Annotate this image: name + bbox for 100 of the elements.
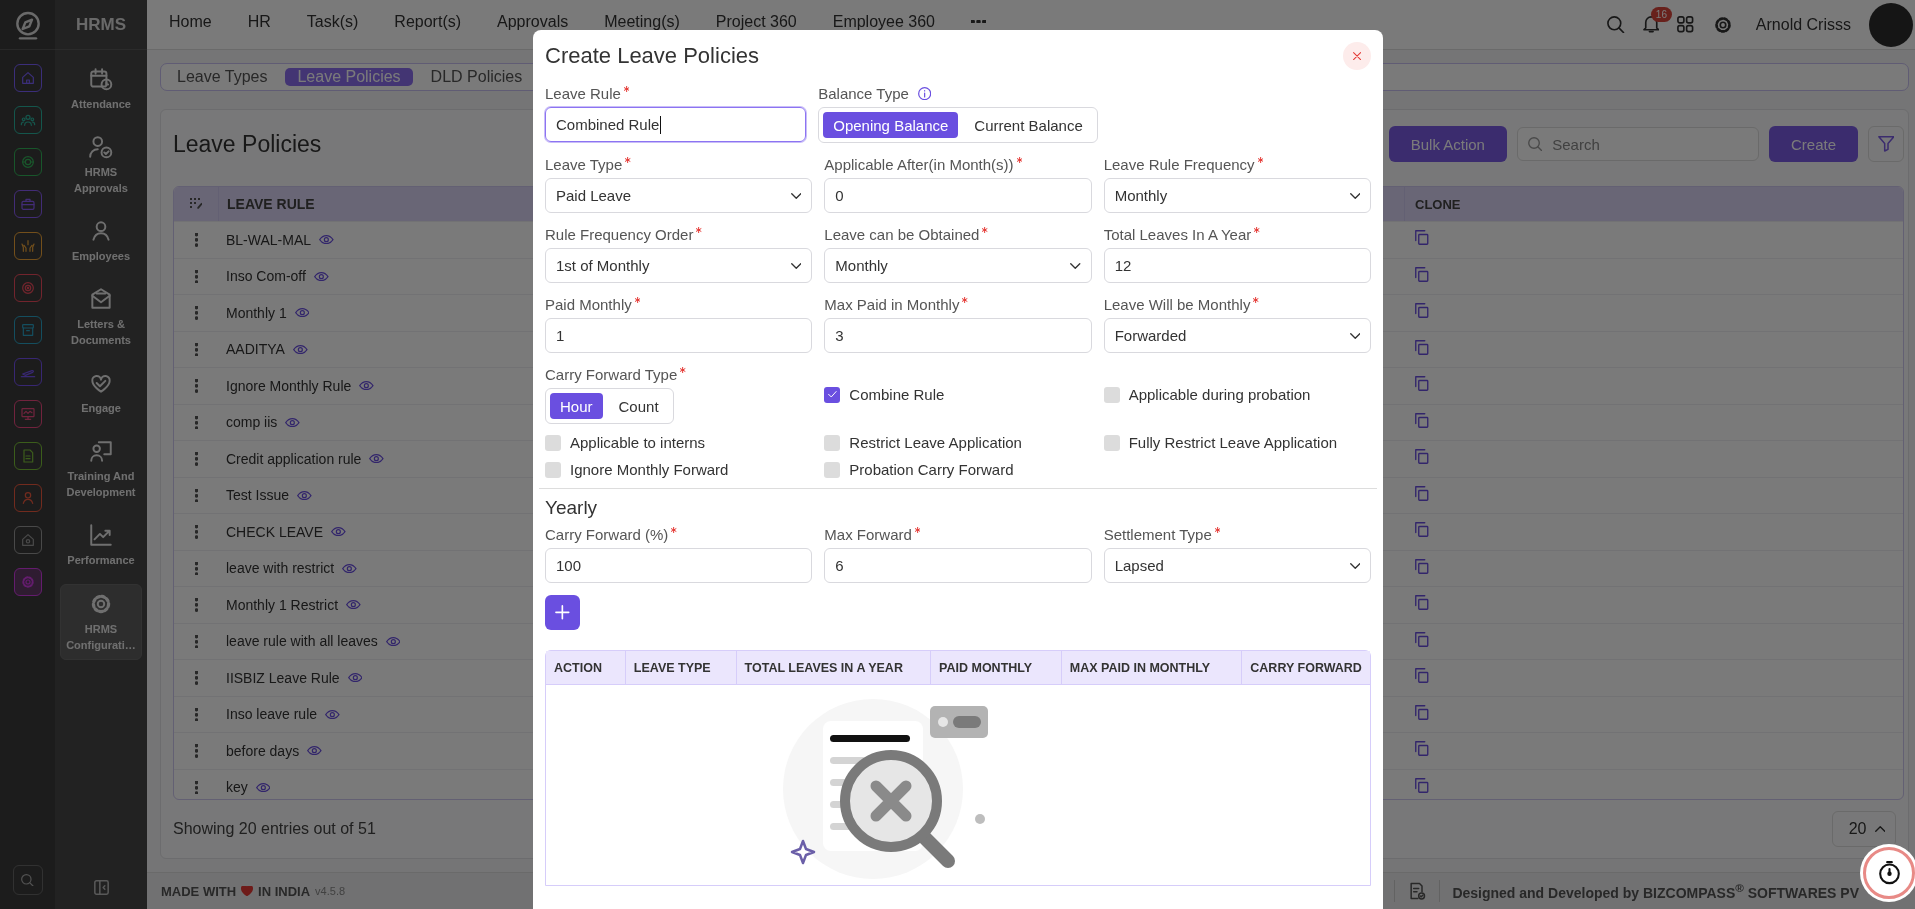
- checkbox[interactable]: [824, 386, 841, 403]
- checkbox-row[interactable]: Combine Rule: [824, 386, 945, 403]
- filter-button[interactable]: [1868, 126, 1904, 162]
- sidebar-item[interactable]: Employees: [60, 212, 142, 270]
- table-cell: Test Issue: [226, 487, 290, 504]
- chevron-down-icon: [1349, 332, 1360, 339]
- checkbox[interactable]: [545, 434, 561, 451]
- sidebar-item[interactable]: Attendance: [60, 60, 142, 118]
- copy-icon: [1415, 303, 1429, 319]
- copy-icon: [1415, 449, 1429, 465]
- sidebar-item[interactable]: HRMS Approvals: [60, 128, 142, 202]
- toggle-option[interactable]: Count: [608, 393, 669, 419]
- checkbox-row[interactable]: Applicable to interns: [545, 434, 706, 451]
- section-title: Yearly: [545, 497, 599, 519]
- nav-link[interactable]: HR: [247, 12, 271, 31]
- user-name[interactable]: Arnold Crisss: [1755, 15, 1851, 34]
- nav-link[interactable]: Home: [169, 12, 212, 31]
- select-field[interactable]: Paid Leave: [545, 178, 813, 213]
- more-options-icon: [194, 634, 198, 648]
- module-ring-button[interactable]: [13, 148, 42, 176]
- search-button[interactable]: [12, 865, 43, 895]
- close-button[interactable]: [1343, 42, 1371, 70]
- table-cell: AADITYA: [226, 341, 285, 358]
- toggle-option[interactable]: Current Balance: [964, 112, 1093, 138]
- copy-icon: [1415, 704, 1429, 720]
- tab[interactable]: Leave Types: [165, 68, 280, 86]
- required-asterisk-icon: [1254, 227, 1260, 233]
- module-hands-button[interactable]: [13, 232, 42, 260]
- checkbox[interactable]: [1103, 434, 1120, 451]
- toggle-option[interactable]: Hour: [550, 393, 603, 419]
- text-field[interactable]: 1: [545, 318, 813, 353]
- bell-icon: [1642, 16, 1660, 33]
- eye-icon: [313, 271, 329, 281]
- checkbox-row[interactable]: Fully Restrict Leave Application: [1103, 434, 1338, 451]
- column-header: CARRY FORWARD: [1249, 659, 1363, 677]
- checkbox-row[interactable]: Probation Carry Forward: [824, 461, 1014, 478]
- select-field[interactable]: 1st of Monthly: [545, 248, 813, 283]
- column-header: TOTAL LEAVES IN A YEAR: [736, 651, 932, 684]
- field-label: Balance Type: [818, 85, 909, 102]
- text-field[interactable]: 3: [824, 318, 1092, 353]
- module-house-button[interactable]: [13, 526, 42, 554]
- copy-icon: [1415, 522, 1429, 538]
- checkbox[interactable]: [824, 434, 841, 451]
- more-options-icon: [194, 780, 198, 794]
- module-target-button[interactable]: [13, 274, 42, 302]
- chevron-down-icon: [1349, 562, 1360, 569]
- eye-icon: [285, 417, 301, 427]
- checkbox[interactable]: [824, 461, 841, 478]
- copy-icon: [1415, 485, 1429, 501]
- settings-icon: [19, 574, 36, 590]
- checkbox[interactable]: [545, 461, 561, 478]
- module-person-button[interactable]: [13, 484, 42, 512]
- text-field[interactable]: Combined Rule: [545, 107, 807, 142]
- module-people-button[interactable]: [13, 106, 42, 134]
- module-home-button[interactable]: [13, 64, 42, 92]
- select-field[interactable]: Monthly: [824, 248, 1092, 283]
- select-field[interactable]: Forwarded: [1103, 318, 1371, 353]
- nav-link[interactable]: Approvals: [497, 12, 569, 31]
- sidebar-item[interactable]: Engage: [60, 364, 142, 422]
- required-asterisk-icon: [962, 297, 968, 303]
- module-document-button[interactable]: [13, 442, 42, 470]
- people-icon: [19, 112, 36, 128]
- add-button[interactable]: [545, 595, 580, 630]
- create-button[interactable]: Create: [1768, 126, 1858, 162]
- eye-icon: [347, 673, 363, 683]
- eye-icon: [346, 600, 361, 610]
- checkbox-row[interactable]: Restrict Leave Application: [824, 434, 1022, 451]
- nav-link[interactable]: Project 360: [715, 12, 797, 31]
- sidebar-item[interactable]: Performance: [60, 516, 142, 574]
- more-options-icon: [194, 671, 198, 685]
- module-monitor-button[interactable]: [13, 400, 42, 428]
- toggle-option[interactable]: Opening Balance: [823, 112, 959, 138]
- checkbox[interactable]: [1103, 386, 1120, 403]
- search-icon: [21, 873, 34, 887]
- nav-link[interactable]: Task(s): [306, 12, 359, 31]
- text-field[interactable]: 100: [545, 548, 813, 583]
- text-field[interactable]: 0: [824, 178, 1092, 213]
- sidebar-item[interactable]: Letters & Documents: [60, 280, 142, 354]
- text-field[interactable]: 12: [1103, 248, 1371, 283]
- module-plane-button[interactable]: [13, 358, 42, 386]
- module-briefcase-button[interactable]: [13, 190, 42, 218]
- checkbox-row[interactable]: Applicable during probation: [1103, 386, 1311, 403]
- timer-button[interactable]: [1863, 847, 1915, 899]
- chevron-down-icon: [790, 262, 802, 269]
- avatar[interactable]: [1869, 2, 1913, 47]
- field-label: Settlement Type: [1103, 526, 1212, 543]
- nav-link[interactable]: Employee 360: [832, 12, 935, 31]
- table-cell: BL-WAL-MAL: [226, 231, 312, 248]
- text-cursor: [660, 115, 662, 134]
- checkbox-row[interactable]: Ignore Monthly Forward: [545, 461, 729, 478]
- eye-icon: [369, 454, 385, 464]
- select-field[interactable]: Lapsed: [1103, 548, 1371, 583]
- select-field[interactable]: Monthly: [1103, 178, 1371, 213]
- nav-link[interactable]: Report(s): [394, 12, 462, 31]
- bulk-action-button[interactable]: Bulk Action: [1388, 126, 1507, 162]
- sidebar-item[interactable]: Training And Development: [60, 432, 142, 506]
- text-field[interactable]: 6: [824, 548, 1092, 583]
- module-archive-button[interactable]: [13, 316, 42, 344]
- tab[interactable]: DLD Policies: [418, 68, 535, 86]
- nav-link[interactable]: Meeting(s): [604, 12, 680, 31]
